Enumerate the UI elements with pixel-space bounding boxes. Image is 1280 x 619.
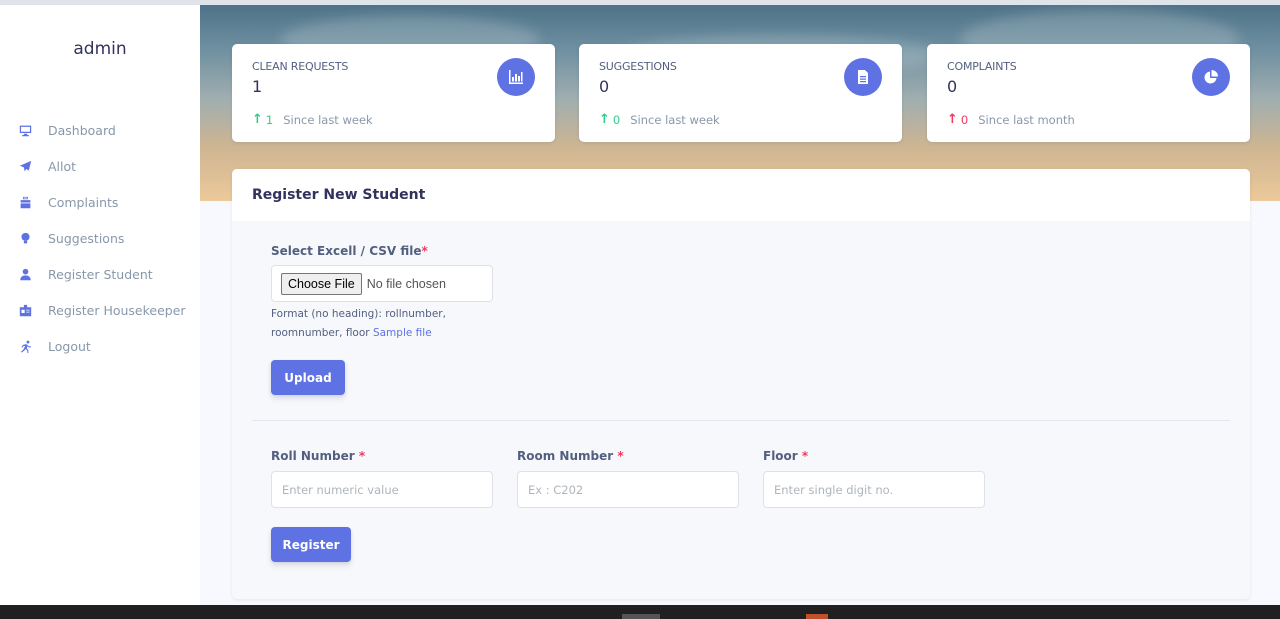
bar-chart-icon bbox=[497, 58, 535, 96]
floor-input[interactable] bbox=[763, 471, 985, 508]
bulb-icon bbox=[18, 231, 32, 245]
pie-chart-icon bbox=[1192, 58, 1230, 96]
sidebar-item-register-student[interactable]: Register Student bbox=[0, 256, 200, 292]
sample-file-link[interactable]: Sample file bbox=[373, 327, 432, 339]
register-student-panel: Register New Student Select Excell / CSV… bbox=[232, 169, 1250, 599]
stat-footer: ↑ 0 Since last week bbox=[599, 112, 720, 127]
sidebar-item-label: Logout bbox=[48, 338, 91, 354]
required-mark: * bbox=[358, 449, 366, 463]
stat-title: Complaints bbox=[947, 60, 1017, 73]
sidebar-nav: Dashboard Allot Complaints Suggestions R… bbox=[0, 112, 200, 364]
sidebar-item-allot[interactable]: Allot bbox=[0, 148, 200, 184]
stat-card-suggestions: Suggestions 0 ↑ 0 Since last week bbox=[579, 44, 902, 142]
roll-number-input[interactable] bbox=[271, 471, 493, 508]
file-label: Select Excell / CSV file* bbox=[271, 244, 428, 258]
stat-value: 1 bbox=[252, 77, 263, 96]
sidebar-item-label: Complaints bbox=[48, 194, 119, 210]
taskbar-app[interactable] bbox=[806, 614, 828, 619]
choose-file-button[interactable]: Choose File bbox=[281, 272, 362, 295]
sidebar-item-logout[interactable]: Logout bbox=[0, 328, 200, 364]
briefcase-icon bbox=[18, 195, 32, 209]
stat-since: Since last week bbox=[630, 112, 720, 127]
sidebar-item-complaints[interactable]: Complaints bbox=[0, 184, 200, 220]
stat-value: 0 bbox=[599, 77, 610, 96]
roll-label-text: Roll Number bbox=[271, 449, 355, 463]
required-mark: * bbox=[617, 449, 624, 463]
file-status: No file chosen bbox=[366, 276, 446, 291]
sidebar-item-dashboard[interactable]: Dashboard bbox=[0, 112, 200, 148]
user-icon bbox=[18, 267, 32, 281]
arrow-up-icon: ↑ bbox=[252, 112, 263, 127]
floor-label-text: Floor bbox=[763, 449, 798, 463]
required-mark: * bbox=[801, 449, 809, 463]
register-button[interactable]: Register bbox=[271, 527, 351, 562]
send-icon bbox=[18, 159, 32, 173]
sidebar-item-register-housekeeper[interactable]: Register Housekeeper bbox=[0, 292, 200, 328]
taskbar-app[interactable] bbox=[622, 614, 660, 619]
sidebar-item-label: Dashboard bbox=[48, 122, 116, 138]
sidebar-item-label: Allot bbox=[48, 158, 77, 174]
os-taskbar bbox=[0, 605, 1280, 619]
monitor-icon bbox=[18, 123, 32, 137]
stat-change: 0 bbox=[612, 112, 621, 127]
badge-icon bbox=[18, 303, 32, 317]
room-label-text: Room Number bbox=[517, 449, 614, 463]
file-input[interactable]: Choose File No file chosen bbox=[271, 265, 493, 302]
stat-title: Suggestions bbox=[599, 60, 677, 73]
file-label-text: Select Excell / CSV file bbox=[271, 244, 422, 258]
divider bbox=[252, 420, 1230, 421]
arrow-up-icon: ↑ bbox=[599, 112, 610, 127]
arrow-up-icon: ↑ bbox=[947, 112, 958, 127]
stat-title: Clean Requests bbox=[252, 60, 349, 73]
document-icon bbox=[844, 58, 882, 96]
stat-since: Since last month bbox=[978, 112, 1075, 127]
sidebar-item-label: Register Student bbox=[48, 266, 153, 282]
stat-card-complaints: Complaints 0 ↑ 0 Since last month bbox=[927, 44, 1250, 142]
stat-footer: ↑ 0 Since last month bbox=[947, 112, 1075, 127]
required-mark: * bbox=[421, 244, 428, 258]
sidebar-item-suggestions[interactable]: Suggestions bbox=[0, 220, 200, 256]
stat-change: 1 bbox=[265, 112, 274, 127]
room-number-input[interactable] bbox=[517, 471, 739, 508]
running-icon bbox=[18, 339, 32, 353]
stat-change: 0 bbox=[960, 112, 969, 127]
roll-label: Roll Number * bbox=[271, 449, 365, 463]
sidebar: admin Dashboard Allot Complaints Suggest… bbox=[0, 5, 200, 605]
room-label: Room Number * bbox=[517, 449, 624, 463]
floor-label: Floor * bbox=[763, 449, 808, 463]
panel-title: Register New Student bbox=[252, 187, 426, 203]
stat-card-clean-requests: Clean Requests 1 ↑ 1 Since last week bbox=[232, 44, 555, 142]
sidebar-brand[interactable]: admin bbox=[0, 39, 200, 59]
panel-header: Register New Student bbox=[232, 169, 1250, 221]
upload-button[interactable]: Upload bbox=[271, 360, 345, 395]
sidebar-item-label: Register Housekeeper bbox=[48, 302, 186, 318]
stat-footer: ↑ 1 Since last week bbox=[252, 112, 373, 127]
stat-value: 0 bbox=[947, 77, 958, 96]
stat-since: Since last week bbox=[283, 112, 373, 127]
format-help: Format (no heading): rollnumber, roomnum… bbox=[271, 305, 471, 343]
sidebar-item-label: Suggestions bbox=[48, 230, 125, 246]
